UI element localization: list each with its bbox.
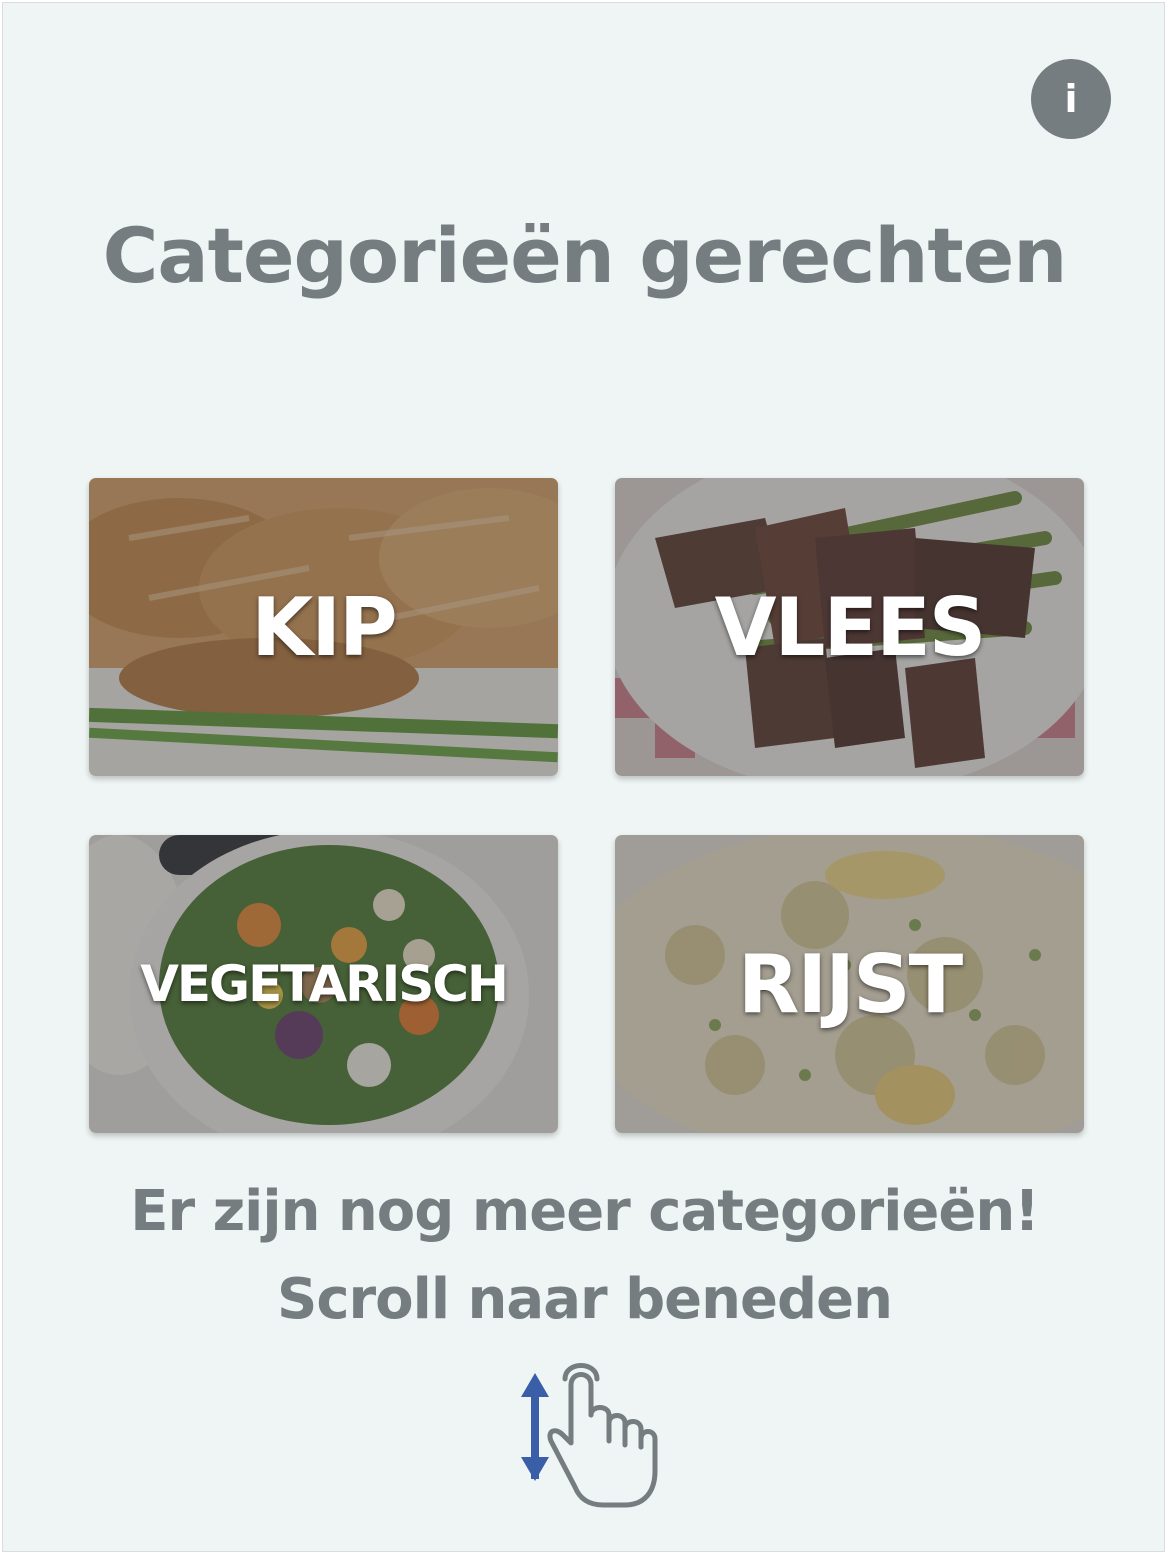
scroll-gesture-icon — [521, 1363, 658, 1508]
category-card-rijst[interactable]: RIJST — [615, 835, 1084, 1133]
app-screen: i Categorieën gerechten KIP VLEES VEGETA… — [2, 2, 1165, 1552]
category-label: VLEES — [714, 580, 987, 674]
scroll-down-hint: Scroll naar beneden — [277, 1267, 893, 1332]
page-title: Categorieën gerechten — [102, 211, 1068, 300]
category-label: VEGETARISCH — [140, 955, 509, 1013]
info-icon: i — [1064, 77, 1078, 121]
category-card-vlees[interactable]: VLEES — [615, 478, 1084, 776]
vertical-arrow-icon — [521, 1373, 549, 1481]
category-label: RIJST — [737, 937, 963, 1031]
category-card-kip[interactable]: KIP — [89, 478, 558, 776]
info-button[interactable]: i — [1031, 59, 1111, 139]
category-card-vegetarisch[interactable]: VEGETARISCH — [89, 835, 558, 1133]
more-categories-hint: Er zijn nog meer categorieën! — [130, 1179, 1040, 1244]
pointing-hand-icon — [547, 1363, 658, 1508]
category-label: KIP — [251, 580, 397, 674]
